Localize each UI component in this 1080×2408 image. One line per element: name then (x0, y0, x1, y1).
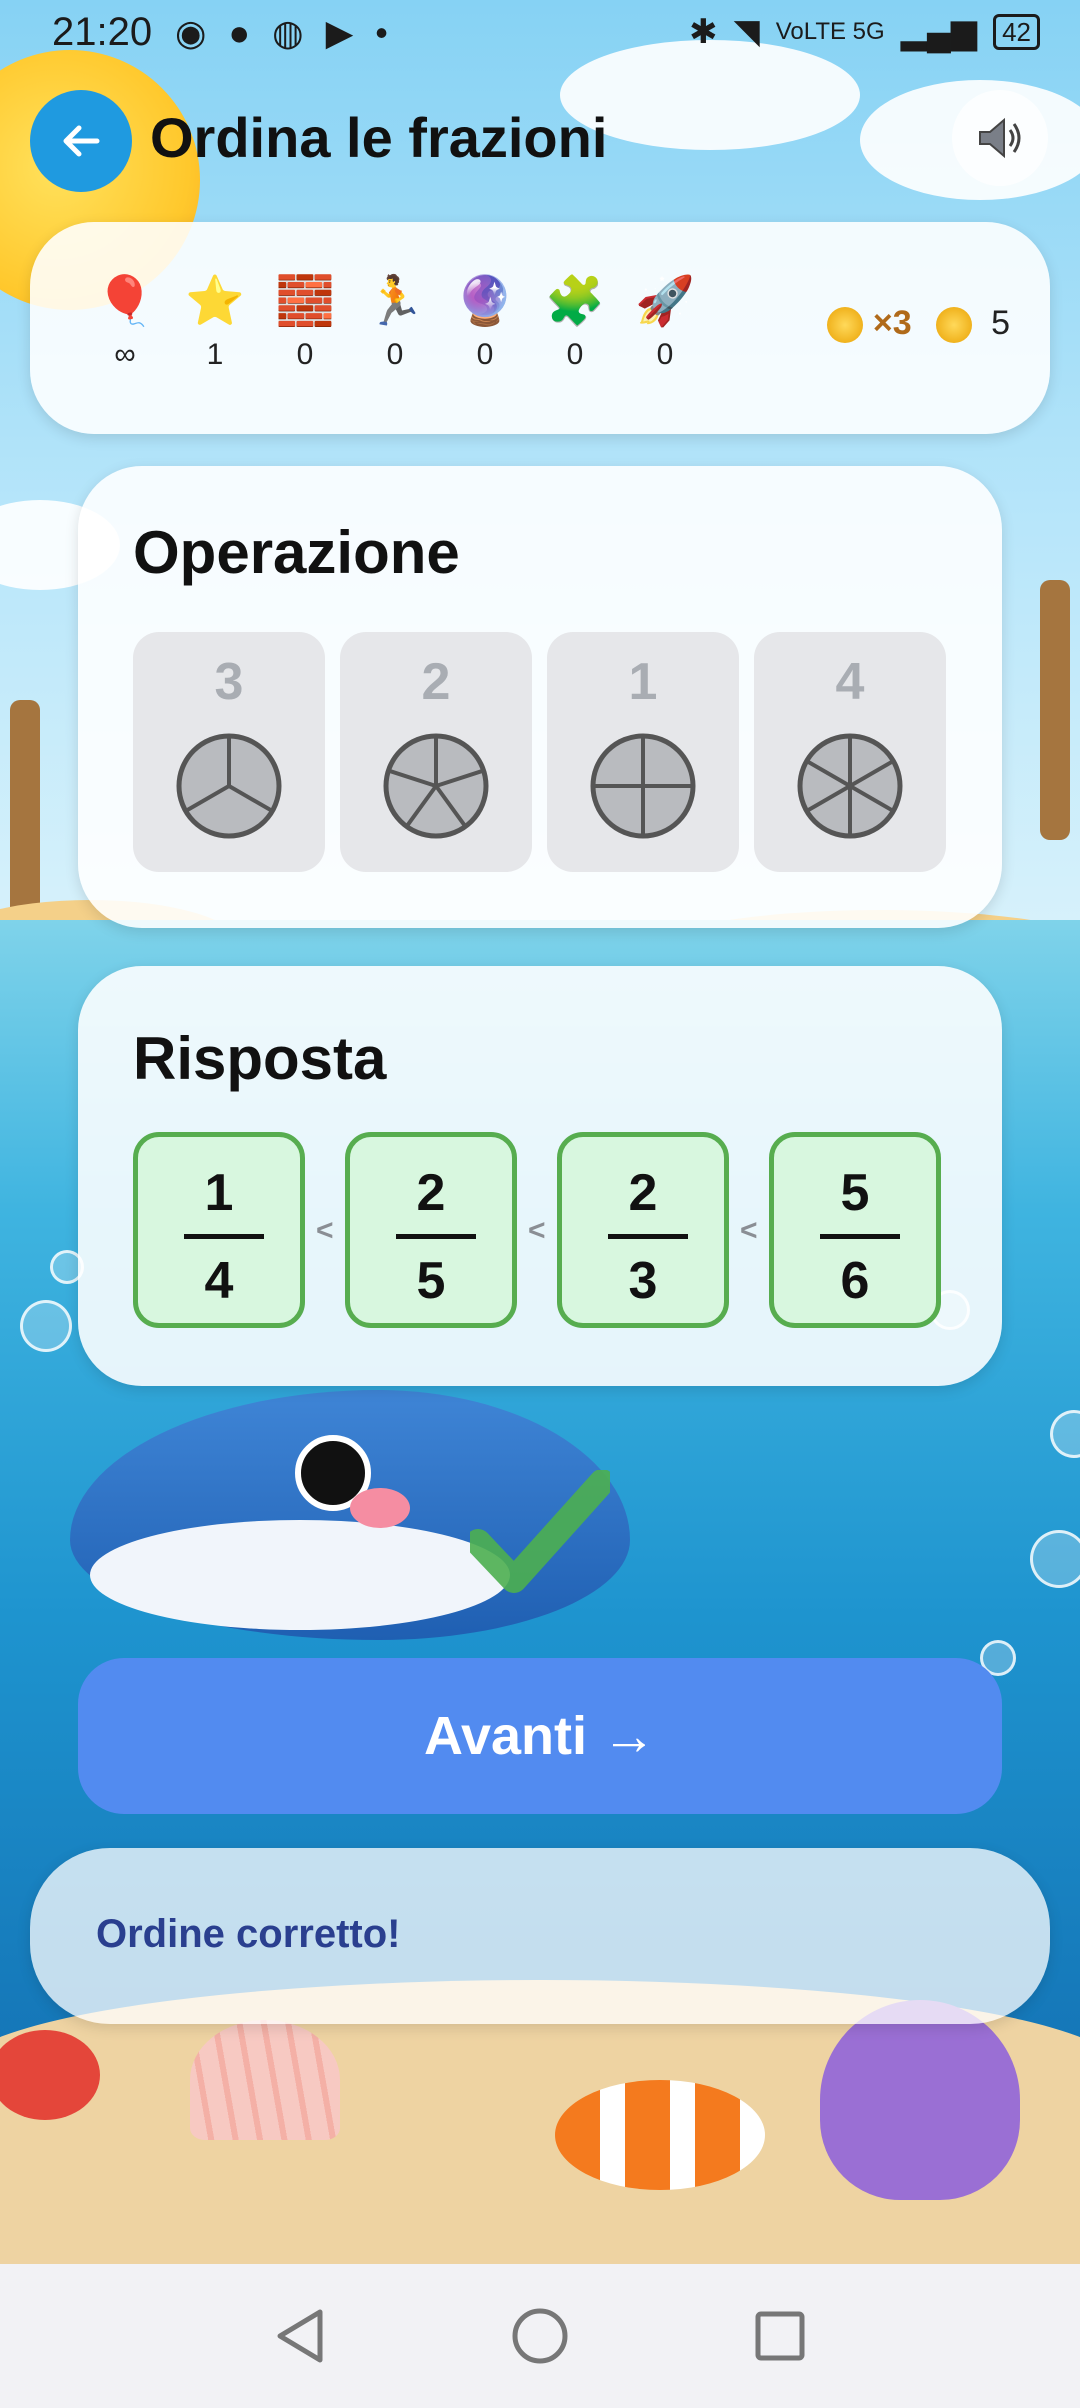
multiplier-badge: ×3 (827, 304, 912, 344)
nav-home-button[interactable] (505, 2301, 575, 2371)
pie-tile[interactable]: 3 (133, 632, 325, 872)
signal-icon: ▂▄▆ (900, 13, 978, 51)
stat-value: 0 (656, 338, 674, 371)
balloon-icon: 🎈 (95, 275, 155, 328)
coin-icon (935, 307, 972, 344)
stat-value: 0 (566, 338, 584, 371)
circle-home-icon (512, 2308, 568, 2364)
status-bar: 21:20 ◉ ● ◍ ▶ • ✱ ◥ VoLTE 5G ▂▄▆ 42 (0, 0, 1080, 72)
stat-bricks: 🧱 0 (270, 274, 340, 372)
coin-icon (827, 307, 864, 344)
navigation-bar (0, 2264, 1080, 2408)
palm-tree (1040, 580, 1070, 840)
bluetooth-icon: ✱ (689, 13, 718, 51)
pie-tile[interactable]: 1 (547, 632, 739, 872)
stat-rocket: 🚀 0 (630, 274, 700, 372)
feedback-panel: Ordine corretto! (30, 1848, 1050, 2024)
shell-illustration (190, 2020, 340, 2140)
stat-balloon: 🎈 ∞ (90, 274, 160, 372)
stats-panel: 🎈 ∞ ⭐ 1 🧱 0 🏃 0 🔮 0 🧩 0 🚀 0 ×3 5 (30, 222, 1050, 434)
pie-number: 4 (835, 653, 865, 711)
triangle-back-icon (277, 2309, 323, 2363)
dolphin-belly (90, 1520, 510, 1630)
stat-value: 1 (206, 338, 224, 371)
puzzle-icon: 🧩 (545, 275, 605, 328)
coin-count: 5 (991, 304, 1010, 342)
pie-icon (590, 733, 696, 839)
coin-counter: 5 (935, 304, 1010, 344)
fraction-denominator: 4 (204, 1252, 234, 1310)
fraction-card[interactable]: 2 5 (345, 1132, 517, 1328)
stat-runner: 🏃 0 (360, 274, 430, 372)
speaker-icon (979, 117, 1021, 159)
square-recents-icon (755, 2311, 805, 2361)
fraction-denominator: 6 (840, 1252, 870, 1310)
fraction-denominator: 3 (628, 1252, 658, 1310)
less-than-sign: < (316, 1214, 334, 1247)
fraction-numerator: 2 (416, 1164, 446, 1222)
status-right-icons: ✱ ◥ VoLTE 5G ▂▄▆ 42 (689, 12, 1040, 52)
stat-value: ∞ (114, 338, 136, 371)
stat-star: ⭐ 1 (180, 274, 250, 372)
stat-crystal-ball: 🔮 0 (450, 274, 520, 372)
fraction-card[interactable]: 2 3 (557, 1132, 729, 1328)
bubble (1030, 1530, 1080, 1588)
less-than-sign: < (740, 1214, 758, 1247)
pie-number: 2 (421, 653, 451, 711)
battery-icon: 42 (993, 14, 1040, 50)
fraction-bar (820, 1234, 900, 1239)
fraction-numerator: 2 (628, 1164, 658, 1222)
operation-card: Operazione 3 2 1 4 (78, 466, 1002, 928)
fraction-numerator: 1 (204, 1164, 234, 1222)
pie-tile[interactable]: 2 (340, 632, 532, 872)
checkmark-icon (470, 1470, 610, 1593)
less-than-sign: < (528, 1214, 546, 1247)
answer-title: Risposta (133, 1025, 387, 1092)
fraction-card[interactable]: 1 4 (133, 1132, 305, 1328)
star-icon: ⭐ (185, 275, 245, 328)
fraction-bar (396, 1234, 476, 1239)
rocket-icon: 🚀 (635, 275, 695, 328)
stat-value: 0 (386, 338, 404, 371)
stat-value: 0 (296, 338, 314, 371)
fraction-denominator: 5 (416, 1252, 446, 1310)
octopus-illustration (820, 2000, 1020, 2200)
page-title: Ordina le frazioni (150, 106, 608, 169)
next-button[interactable]: Avanti → (78, 1658, 1002, 1814)
pie-icon (383, 733, 489, 839)
back-button[interactable] (30, 90, 132, 192)
bubble (20, 1300, 72, 1352)
sound-button[interactable] (952, 90, 1048, 186)
crystal-ball-icon: 🔮 (455, 275, 515, 328)
bricks-icon: 🧱 (275, 275, 335, 328)
clownfish-illustration (555, 2080, 765, 2190)
nav-recents-button[interactable] (745, 2301, 815, 2371)
pie-number: 3 (214, 653, 244, 711)
fraction-bar (608, 1234, 688, 1239)
dolphin-cheek (350, 1488, 410, 1528)
feedback-message: Ordine corretto! (96, 1912, 401, 1956)
pie-icon (797, 733, 903, 839)
coins-area: ×3 5 (827, 304, 1010, 344)
pie-number: 1 (628, 653, 658, 711)
stat-puzzle: 🧩 0 (540, 274, 610, 372)
fraction-numerator: 5 (840, 1164, 870, 1222)
network-label: VoLTE 5G (775, 18, 885, 45)
arrow-left-icon (63, 125, 100, 157)
notification-icons: ◉ ● ◍ ▶ • (175, 12, 394, 53)
status-time: 21:20 (52, 10, 153, 54)
operation-title: Operazione (133, 519, 460, 586)
multiplier-value: ×3 (872, 304, 912, 342)
wifi-icon: ◥ (733, 13, 760, 51)
fraction-bar (184, 1234, 264, 1239)
pie-tile[interactable]: 4 (754, 632, 946, 872)
pie-icon (176, 733, 282, 839)
runner-icon: 🏃 (365, 275, 425, 328)
answer-card: Risposta 1 4 < 2 5 < 2 3 < 5 6 (78, 966, 1002, 1386)
stat-value: 0 (476, 338, 494, 371)
fraction-card[interactable]: 5 6 (769, 1132, 941, 1328)
nav-back-button[interactable] (265, 2301, 335, 2371)
